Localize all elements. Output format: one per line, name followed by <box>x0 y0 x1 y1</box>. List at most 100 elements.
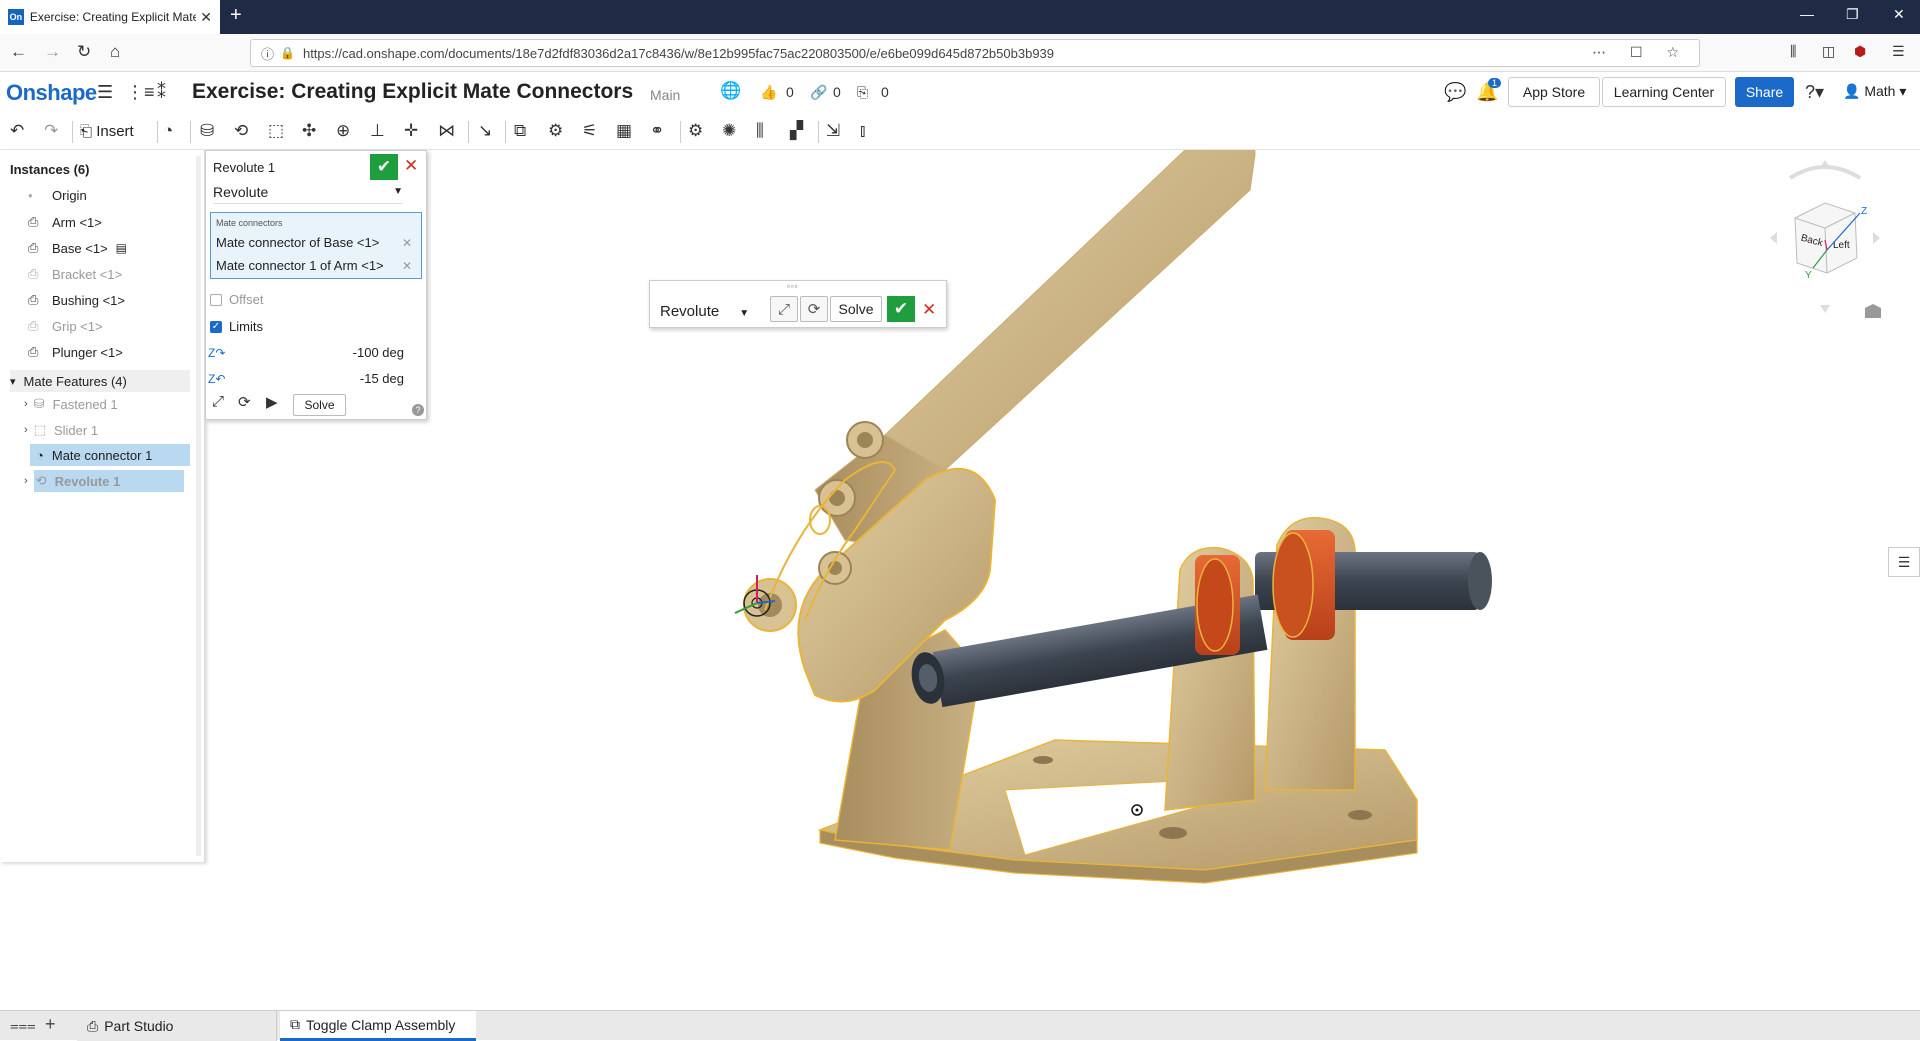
measure-icon[interactable]: ⫾ <box>860 121 865 141</box>
home-icon[interactable]: ⌂ <box>110 42 120 62</box>
close-tab-icon[interactable]: ✕ <box>200 9 212 26</box>
instance-item-base[interactable]: ⎙ Base <1> ▤ <box>28 240 127 256</box>
tab-part-studio[interactable]: ⎙ Part Studio <box>77 1011 277 1041</box>
limit-min-field[interactable]: Z↷ -100 deg <box>208 345 404 360</box>
viewcube-left-label[interactable]: Left <box>1833 240 1850 251</box>
close-window-icon[interactable]: ✕ <box>1893 6 1905 23</box>
fastened-mate-icon[interactable]: ⛁ <box>200 121 214 141</box>
gear-icon[interactable]: ⚙ <box>688 121 703 141</box>
cancel-x-icon[interactable]: ✕ <box>922 300 936 320</box>
mate-item-revolute[interactable]: › ⟲ Revolute 1 <box>24 470 190 492</box>
view-options-icon[interactable] <box>1865 304 1881 318</box>
tab-toggle-clamp-assembly[interactable]: ⧉ Toggle Clamp Assembly <box>280 1011 476 1041</box>
help-icon[interactable]: ? <box>412 404 424 416</box>
solve-button[interactable]: Solve <box>293 394 346 416</box>
add-tab-icon[interactable]: + <box>45 1014 56 1035</box>
remove-connector-icon[interactable]: ✕ <box>402 236 412 250</box>
accept-check-icon[interactable]: ✔ <box>370 154 398 180</box>
mate-connectors-field[interactable]: Mate connectors Mate connector of Base <… <box>210 212 422 279</box>
linear-relation-icon[interactable]: ⚭ <box>650 121 664 141</box>
new-tab-button[interactable]: + <box>230 4 242 27</box>
flip-primary-axis-icon[interactable]: ⤢ <box>770 296 798 322</box>
onshape-logo[interactable]: Onshape <box>6 80 97 106</box>
ball-mate-icon[interactable]: ✛ <box>404 121 418 141</box>
instances-header[interactable]: Instances (6) <box>10 162 89 177</box>
app-store-button[interactable]: App Store <box>1508 77 1600 107</box>
gear-relation-icon[interactable]: ⚙ <box>548 121 563 141</box>
solve-button[interactable]: Solve <box>830 296 882 322</box>
slider-mate-icon[interactable]: ⬚ <box>268 121 284 141</box>
instance-item-arm[interactable]: ⎙ Arm <1> <box>28 214 102 230</box>
mate-connector-entry-2[interactable]: Mate connector 1 of Arm <1> <box>216 258 384 273</box>
rack-pinion-icon[interactable]: ⚟ <box>582 121 597 141</box>
help-icon[interactable]: ?▾ <box>1805 82 1824 103</box>
insert-mate-icon[interactable]: ⁑ <box>157 82 166 103</box>
library-icon[interactable]: ⫼ <box>1790 43 1796 60</box>
mate-features-header[interactable]: ▾ Mate Features (4) <box>10 370 190 392</box>
mate-connector-entry-1[interactable]: Mate connector of Base <1> <box>216 235 379 250</box>
mate-item-mate-connector[interactable]: ◔ Mate connector 1 <box>30 444 190 466</box>
instance-item-plunger[interactable]: ⎙ Plunger <1> <box>28 344 123 360</box>
chevron-down-icon[interactable]: ▾ <box>10 375 16 388</box>
instance-list-scrollbar[interactable] <box>196 156 201 856</box>
limit-min-value[interactable]: -100 deg <box>353 345 404 360</box>
linear-pattern-icon[interactable]: ⫼ <box>756 121 764 141</box>
revolute-mate-icon[interactable]: ⟲ <box>234 121 248 141</box>
link-icon[interactable]: 🔗 <box>810 84 827 101</box>
reorient-secondary-axis-icon[interactable]: ⟳ <box>238 393 251 411</box>
graphics-viewport[interactable] <box>205 150 1920 1010</box>
forward-icon[interactable]: → <box>44 42 61 62</box>
tab-manager-icon[interactable]: ⩶ <box>10 1017 36 1034</box>
minimize-icon[interactable]: — <box>1800 6 1814 22</box>
mate-type-select[interactable]: Revolute ▼ <box>660 303 749 320</box>
instance-item-bracket[interactable]: ⎙ Bracket <1> <box>28 266 122 282</box>
share-button[interactable]: Share <box>1735 77 1794 107</box>
tangent-mate-icon[interactable]: ↘ <box>478 121 492 141</box>
offset-checkbox[interactable]: Offset <box>210 292 263 307</box>
learning-center-button[interactable]: Learning Center <box>1602 77 1726 107</box>
url-bar[interactable]: ⓘ 🔒 https://cad.onshape.com/documents/18… <box>250 39 1700 67</box>
undo-icon[interactable]: ↶ <box>10 121 24 141</box>
limit-max-field[interactable]: Z↶ -15 deg <box>208 371 404 386</box>
group-icon[interactable]: ⧉ <box>514 121 526 141</box>
site-info-icon[interactable]: ⓘ <box>261 44 274 63</box>
instance-item-origin[interactable]: • Origin <box>28 188 87 203</box>
mate-item-fastened[interactable]: › ⛁ Fastened 1 <box>24 396 118 412</box>
planar-mate-icon[interactable]: ✣ <box>302 121 316 141</box>
animate-play-icon[interactable]: ▶ <box>266 393 278 411</box>
feature-list-icon[interactable]: ⋮≡ <box>126 82 155 103</box>
side-panel-toggle-icon[interactable]: ☰ <box>1888 547 1920 577</box>
mate-type-select[interactable]: Revolute ▼ <box>213 184 403 204</box>
chevron-right-icon[interactable]: › <box>24 398 28 410</box>
cylindrical-mate-icon[interactable]: ⊕ <box>336 121 350 141</box>
url-text[interactable]: https://cad.onshape.com/documents/18e7d2… <box>303 46 1054 61</box>
hamburger-menu-icon[interactable]: ☰ <box>97 82 113 103</box>
ublock-icon[interactable]: ⬢ <box>1854 43 1866 60</box>
page-actions-icons[interactable]: ⋯ ☐ ☆ <box>1592 44 1689 61</box>
back-icon[interactable]: ← <box>10 42 27 62</box>
workspace-label[interactable]: Main <box>650 87 680 103</box>
accept-check-icon[interactable]: ✔ <box>887 296 915 322</box>
insert-button[interactable]: ⎗ Insert <box>80 123 134 140</box>
sidebar-icon[interactable]: ◫ <box>1822 43 1835 60</box>
redo-icon[interactable]: ↷ <box>44 121 58 141</box>
pin-slot-mate-icon[interactable]: ⊥ <box>370 121 385 141</box>
copy-icon[interactable]: ⎘ <box>857 84 868 101</box>
reorient-secondary-axis-icon[interactable]: ⟳ <box>800 296 828 322</box>
cancel-x-icon[interactable]: ✕ <box>404 156 418 176</box>
flip-primary-axis-icon[interactable]: ⤢ <box>212 393 224 410</box>
remove-connector-icon[interactable]: ✕ <box>402 259 412 273</box>
checkbox-box[interactable] <box>210 293 222 306</box>
reload-icon[interactable]: ↻ <box>77 42 91 62</box>
like-icon[interactable]: 👍 <box>760 84 777 101</box>
checkbox-box-checked[interactable]: ✓ <box>210 320 222 333</box>
screw-relation-icon[interactable]: ▦ <box>616 121 632 141</box>
limit-max-value[interactable]: -15 deg <box>360 371 404 386</box>
restore-icon[interactable]: ❐ <box>1846 6 1859 23</box>
toggle-clamp-model[interactable] <box>205 150 1920 1010</box>
instance-item-bushing[interactable]: ⎙ Bushing <1> <box>28 292 125 308</box>
instance-item-grip[interactable]: ⎙ Grip <1> <box>28 318 103 334</box>
user-menu[interactable]: 👤 Math ▾ <box>1843 83 1906 100</box>
mate-connector-icon[interactable]: ◔ <box>163 121 173 141</box>
parallel-mate-icon[interactable]: ⋈ <box>438 121 455 141</box>
